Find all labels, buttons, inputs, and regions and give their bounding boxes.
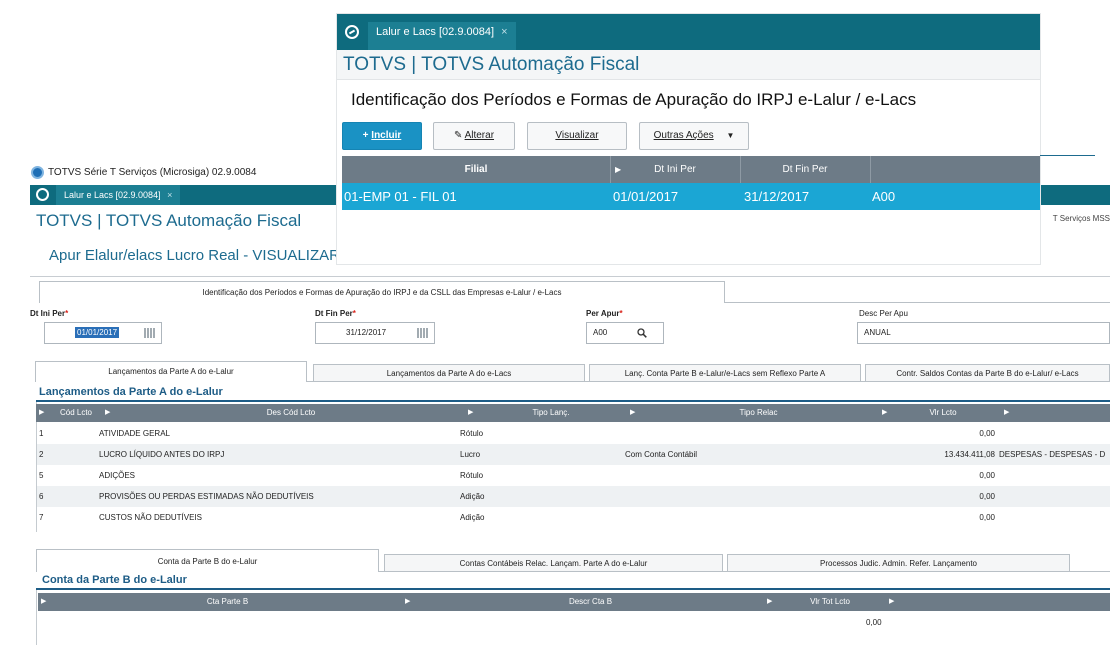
- dt-fin-field[interactable]: 31/12/2017: [315, 322, 435, 344]
- dt-fin-value: 31/12/2017: [346, 328, 387, 337]
- table-row[interactable]: 5 ADIÇÕES Rótulo 0,00: [37, 465, 1110, 486]
- sort-arrow-icon[interactable]: ▶: [105, 404, 110, 422]
- calendar-icon[interactable]: [144, 328, 155, 338]
- per-apur-label: Per Apur*: [586, 309, 623, 318]
- col-cta-parte-b[interactable]: Cta Parte B: [50, 593, 405, 611]
- tab-processos-judic[interactable]: Processos Judic. Admin. Refer. Lançament…: [727, 554, 1070, 571]
- divider: [870, 156, 871, 183]
- front-app-bar: TOTVS | TOTVS Automação Fiscal: [337, 50, 1040, 80]
- tab-parte-b-sem-reflexo[interactable]: Lanç. Conta Parte B e-Lalur/e-Lacs sem R…: [589, 364, 861, 381]
- col-cod-lcto[interactable]: Cód Lcto: [50, 404, 102, 422]
- back-tab-label: Lalur e Lacs [02.9.0084]: [64, 190, 161, 200]
- back-tab-lalur[interactable]: Lalur e Lacs [02.9.0084] ×: [56, 185, 181, 205]
- divider: [1040, 155, 1095, 156]
- search-icon[interactable]: [637, 328, 647, 338]
- table-row[interactable]: 1 ATIVIDADE GERAL Rótulo 0,00: [37, 423, 1110, 444]
- col-descr-cta-b[interactable]: Descr Cta B: [413, 593, 768, 611]
- sort-arrow-icon[interactable]: ▶: [405, 593, 410, 611]
- grid-a-header: ▶ Cód Lcto ▶ Des Cód Lcto ▶ Tipo Lanç. ▶…: [36, 404, 1110, 422]
- incluir-button[interactable]: + Incluir: [342, 122, 422, 150]
- table-row[interactable]: 2 LUCRO LÍQUIDO ANTES DO IRPJ Lucro Com …: [37, 444, 1110, 465]
- alterar-button[interactable]: ✎ Alterar: [433, 122, 515, 150]
- col-dt-ini-per[interactable]: Dt Ini Per: [610, 156, 740, 183]
- back-app-title: TOTVS | TOTVS Automação Fiscal: [36, 211, 302, 230]
- front-page-title: Identificação dos Períodos e Formas de A…: [351, 90, 917, 109]
- close-icon[interactable]: ×: [167, 190, 172, 200]
- table-row-selected[interactable]: 01-EMP 01 - FIL 01 01/01/2017 31/12/2017…: [342, 183, 1040, 210]
- col-filial[interactable]: Filial: [342, 156, 610, 183]
- per-apur-field[interactable]: A00: [586, 322, 664, 344]
- sort-arrow-icon[interactable]: ▶: [630, 404, 635, 422]
- totvs-logo-icon: [345, 25, 359, 39]
- front-app-title: TOTVS | TOTVS Automação Fiscal: [343, 54, 640, 75]
- dt-ini-value: 01/01/2017: [75, 327, 120, 338]
- front-tab-label: Lalur e Lacs [02.9.0084]: [376, 26, 495, 38]
- col-tipo-lanc[interactable]: Tipo Lanç.: [476, 404, 626, 422]
- table-row[interactable]: 7 CUSTOS NÃO DEDUTÍVEIS Adição 0,00: [37, 507, 1110, 528]
- per-apur-value: A00: [593, 328, 608, 337]
- tab-identificacao[interactable]: Identificação dos Períodos e Formas de A…: [39, 281, 725, 303]
- col-des-cod-lcto[interactable]: Des Cód Lcto: [116, 404, 466, 422]
- sort-arrow-icon[interactable]: ▶: [41, 593, 46, 611]
- desc-per-value: ANUAL: [864, 328, 891, 337]
- front-window: Lalur e Lacs [02.9.0084] × TOTVS | TOTVS…: [337, 14, 1040, 264]
- tab-conta-parte-b[interactable]: Conta da Parte B do e-Lalur: [36, 549, 379, 572]
- app-logo-icon: [31, 166, 44, 179]
- front-grid-header: Filial ▶ Dt Ini Per Dt Fin Per: [342, 156, 1040, 183]
- pencil-icon: ✎: [453, 130, 465, 141]
- sort-arrow-icon[interactable]: ▶: [39, 404, 44, 422]
- server-info: T Serviços MSS: [1052, 214, 1110, 223]
- col-tipo-relac[interactable]: Tipo Relac: [636, 404, 881, 422]
- grid-b-title: Conta da Parte B do e-Lalur: [42, 574, 187, 586]
- sort-arrow-icon[interactable]: ▶: [882, 404, 887, 422]
- outras-acoes-button[interactable]: Outras Ações ▼: [639, 122, 749, 150]
- totvs-logo-icon: [36, 188, 49, 201]
- col-dt-fin-per[interactable]: Dt Fin Per: [740, 156, 870, 183]
- sort-arrow-icon[interactable]: ▶: [889, 593, 894, 611]
- tab-parte-a-elalur[interactable]: Lançamentos da Parte A do e-Lalur: [35, 361, 307, 382]
- front-tab-bar: Lalur e Lacs [02.9.0084] ×: [337, 14, 1040, 50]
- desc-per-label: Desc Per Apu: [859, 309, 908, 318]
- grid-a-title: Lançamentos da Parte A do e-Lalur: [39, 386, 223, 398]
- close-icon[interactable]: ×: [501, 26, 507, 38]
- divider: [30, 276, 1110, 277]
- visualizar-button[interactable]: Visualizar: [527, 122, 627, 150]
- grid-b-header: ▶ Cta Parte B ▶ Descr Cta B ▶ Vlr Tot Lc…: [38, 593, 1110, 611]
- chevron-down-icon: ▼: [726, 131, 735, 140]
- dt-ini-field[interactable]: 01/01/2017: [44, 322, 162, 344]
- col-vlr-lcto[interactable]: Vlr Lcto: [888, 404, 998, 422]
- desc-per-field[interactable]: ANUAL: [857, 322, 1110, 344]
- divider: [725, 302, 1110, 303]
- back-page-title: Apur Elalur/elacs Lucro Real - VISUALIZA…: [49, 247, 340, 264]
- dt-fin-label: Dt Fin Per*: [315, 309, 356, 318]
- os-title-text: TOTVS Série T Serviços (Microsiga) 02.9.…: [48, 167, 257, 178]
- tab-parte-a-elacs[interactable]: Lançamentos da Parte A do e-Lacs: [313, 364, 585, 381]
- col-vlr-tot-lcto[interactable]: Vlr Tot Lcto: [775, 593, 885, 611]
- sort-arrow-icon[interactable]: ▶: [1004, 404, 1009, 422]
- tab-contas-contabeis[interactable]: Contas Contábeis Relac. Lançam. Parte A …: [384, 554, 723, 571]
- table-row[interactable]: 0,00: [38, 612, 1110, 633]
- dt-ini-label: Dt Ini Per*: [30, 309, 69, 318]
- sort-arrow-icon[interactable]: ▶: [468, 404, 473, 422]
- sort-arrow-icon[interactable]: ▶: [767, 593, 772, 611]
- table-row[interactable]: 6 PROVISÕES OU PERDAS ESTIMADAS NÃO DEDU…: [37, 486, 1110, 507]
- front-tab-lalur[interactable]: Lalur e Lacs [02.9.0084] ×: [368, 22, 516, 50]
- plus-icon: +: [362, 130, 372, 141]
- tab-contr-saldos[interactable]: Contr. Saldos Contas da Parte B do e-Lal…: [865, 364, 1110, 381]
- calendar-icon[interactable]: [417, 328, 428, 338]
